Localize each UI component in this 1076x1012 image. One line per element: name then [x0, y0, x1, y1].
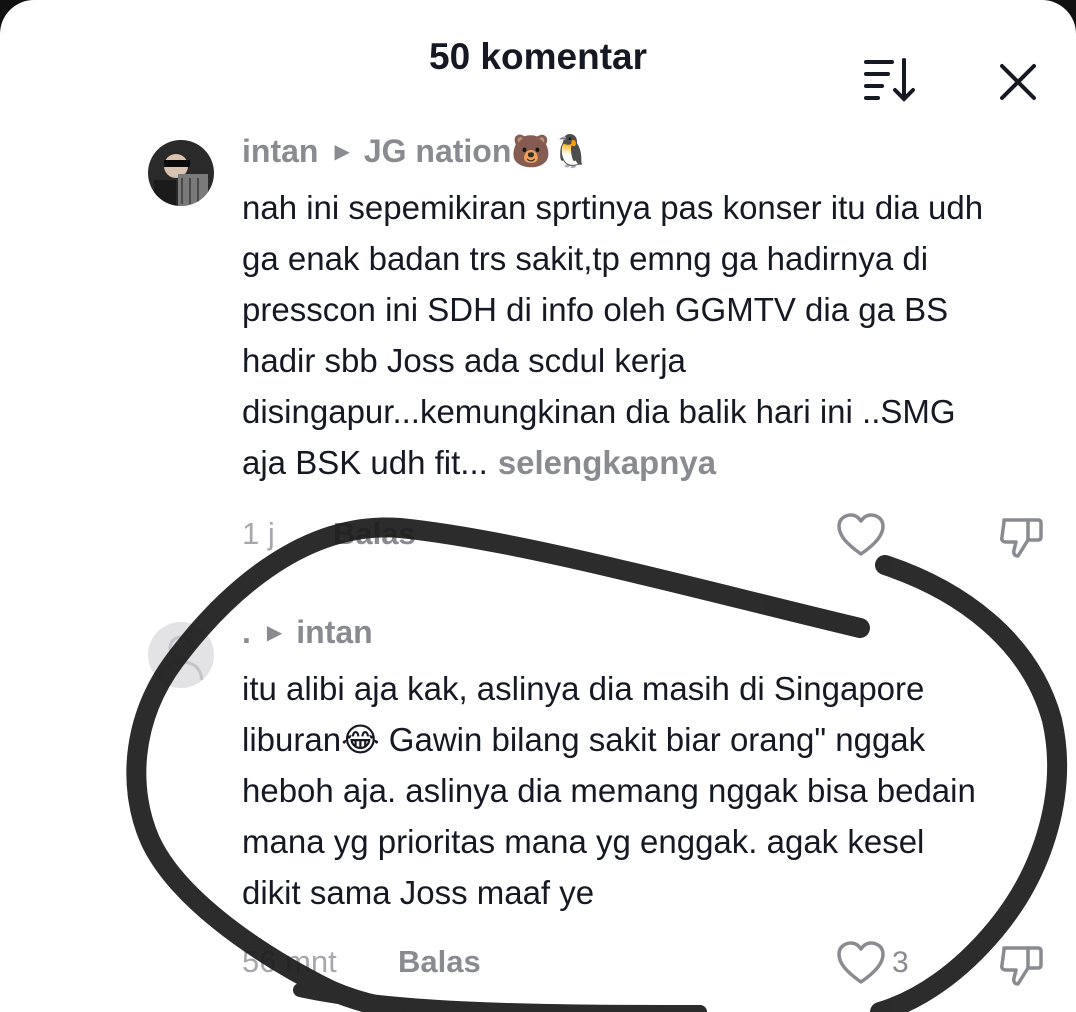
comment-author[interactable]: . — [242, 614, 251, 651]
comment-text: itu alibi aja kak, aslinya dia masih di … — [242, 663, 1054, 918]
comment-author[interactable]: intan — [242, 133, 318, 170]
heart-icon[interactable] — [836, 512, 886, 558]
comment-timestamp: 56 mnt — [242, 944, 337, 979]
comment-body: itu alibi aja kak, aslinya dia masih di … — [242, 670, 976, 911]
see-more-link[interactable]: selengkapnya — [498, 444, 716, 481]
heart-icon[interactable] — [836, 940, 886, 986]
comment-timestamp: 1 j — [242, 516, 275, 551]
reply-to-author[interactable]: intan — [296, 614, 372, 651]
reply-to-author[interactable]: JG nation🐻🐧 — [364, 132, 591, 170]
close-icon[interactable] — [992, 56, 1046, 110]
comments-header: 50 komentar — [0, 20, 1076, 102]
reply-button[interactable]: Balas — [333, 516, 416, 552]
avatar[interactable] — [148, 140, 214, 206]
sort-icon[interactable] — [860, 54, 920, 104]
comment-author-row: . ▶ intan — [242, 614, 373, 651]
play-triangle-icon: ▶ — [266, 622, 283, 644]
thumbs-down-icon[interactable] — [998, 512, 1046, 560]
comment-text: nah ini sepemikiran sprtinya pas konser … — [242, 182, 1054, 488]
comment-author-row: intan ▶ JG nation🐻🐧 — [242, 132, 591, 170]
like-count: 3 — [892, 946, 909, 979]
comment-body: nah ini sepemikiran sprtinya pas konser … — [242, 189, 984, 481]
avatar[interactable] — [148, 622, 214, 688]
comments-sheet: 50 komentar intan ▶ JG nation🐻🐧 nah ini … — [0, 0, 1076, 1012]
play-triangle-icon: ▶ — [334, 140, 350, 163]
thumbs-down-icon[interactable] — [998, 940, 1046, 988]
reply-button[interactable]: Balas — [398, 944, 481, 980]
